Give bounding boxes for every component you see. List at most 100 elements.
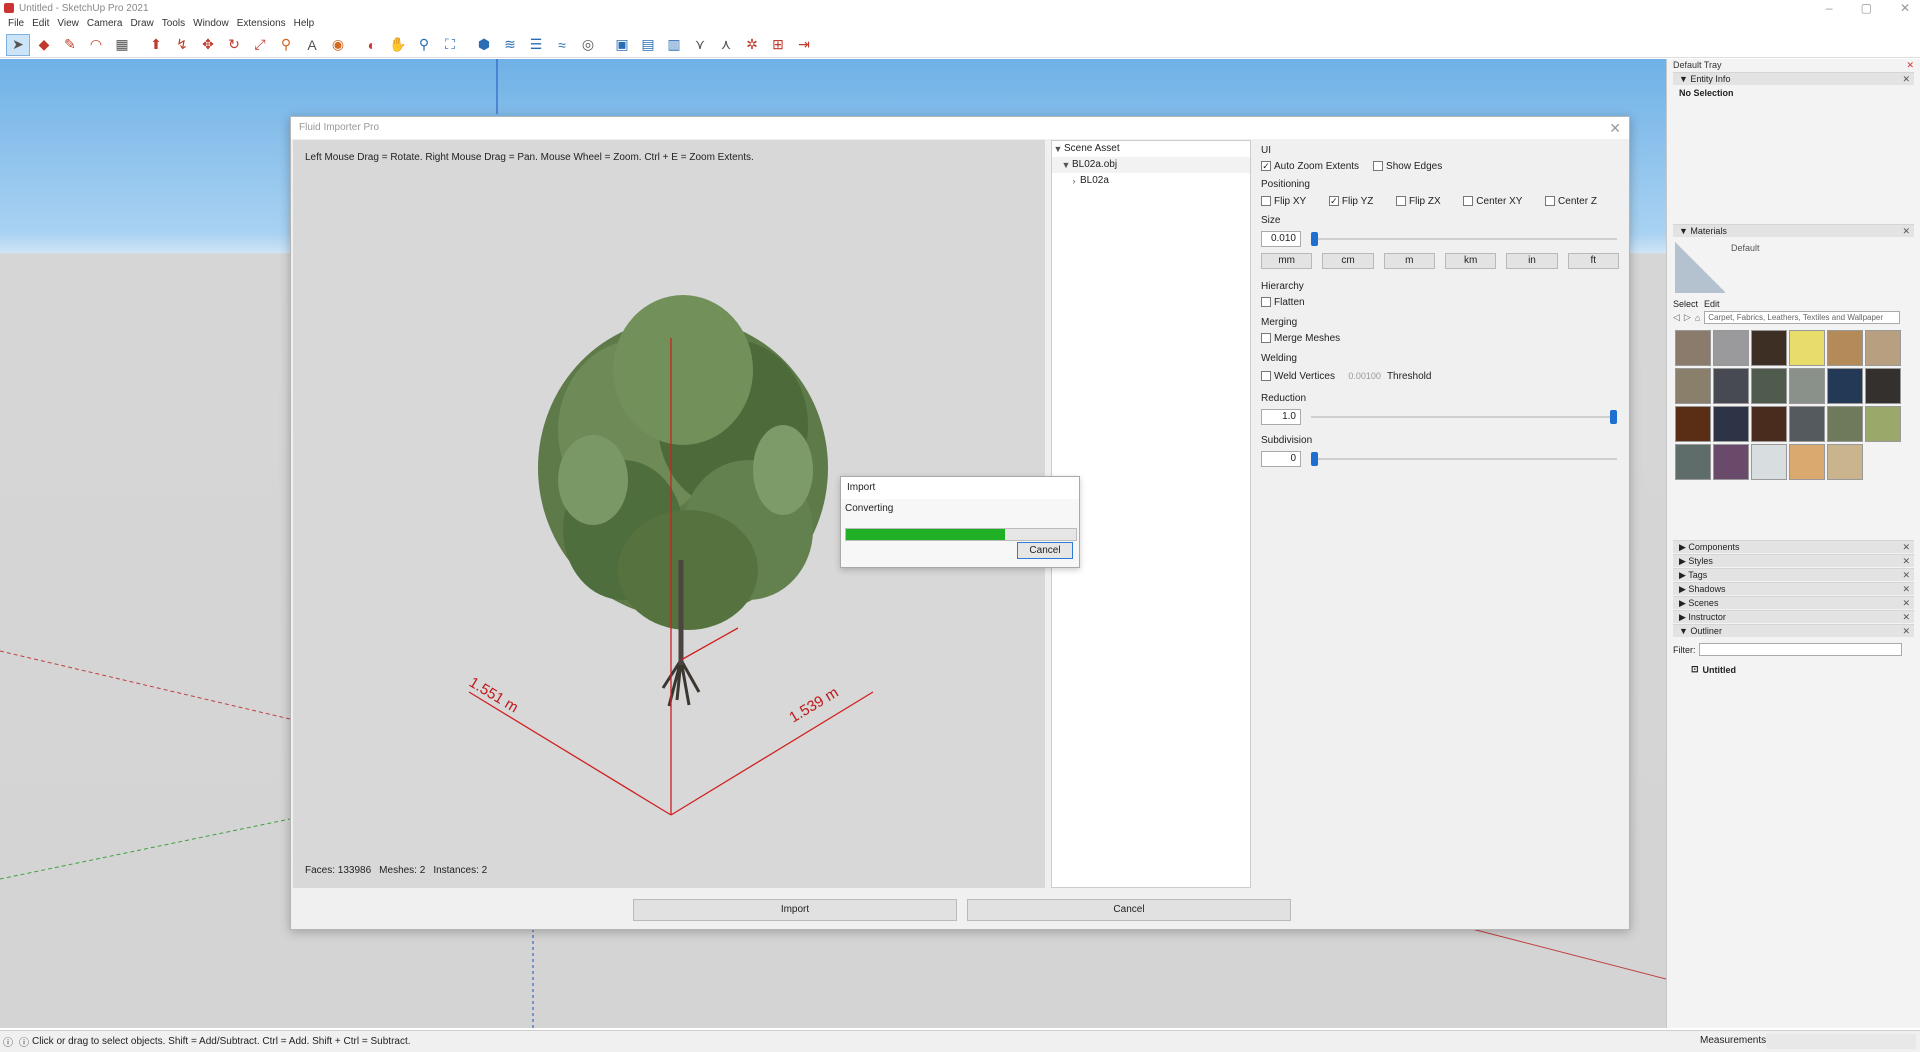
styles-icon[interactable]: ▤: [636, 34, 660, 56]
panel-shadows[interactable]: ▶ Shadows ✕: [1673, 582, 1914, 595]
close-icon[interactable]: ✕: [1902, 225, 1910, 238]
scenes-icon[interactable]: ▥: [662, 34, 686, 56]
material-collection-select[interactable]: Carpet, Fabrics, Leathers, Textiles and …: [1704, 311, 1900, 324]
tray-close-icon[interactable]: ✕: [1906, 59, 1914, 72]
flip-yz-checkbox[interactable]: ✓ Flip YZ: [1328, 196, 1373, 207]
merge-meshes-checkbox[interactable]: Merge Meshes: [1261, 333, 1340, 344]
components-icon[interactable]: ▣: [610, 34, 634, 56]
material-swatch-current[interactable]: [1675, 241, 1725, 293]
material-swatch[interactable]: [1827, 444, 1863, 480]
sandbox-icon[interactable]: ≈: [550, 34, 574, 56]
push-pull-icon[interactable]: ⬆: [144, 34, 168, 56]
menu-tools[interactable]: Tools: [158, 17, 189, 31]
menu-view[interactable]: View: [53, 17, 83, 31]
chevron-right-icon[interactable]: ›: [1068, 173, 1080, 189]
flip-yz-icon[interactable]: ⋎: [688, 34, 712, 56]
orbit-tool-icon[interactable]: ◐: [360, 34, 384, 56]
material-swatch[interactable]: [1713, 406, 1749, 442]
layers-icon[interactable]: ☰: [524, 34, 548, 56]
import-button[interactable]: Import: [633, 899, 957, 921]
flatten-checkbox[interactable]: Flatten: [1261, 297, 1305, 308]
material-swatch[interactable]: [1865, 368, 1901, 404]
menu-window[interactable]: Window: [189, 17, 233, 31]
material-swatch[interactable]: [1789, 444, 1825, 480]
instructor-icon[interactable]: ⓘ: [16, 1034, 32, 1049]
pan-tool-icon[interactable]: ✋: [386, 34, 410, 56]
menu-extensions[interactable]: Extensions: [233, 17, 290, 31]
material-swatch[interactable]: [1865, 406, 1901, 442]
unit-m-button[interactable]: m: [1383, 253, 1435, 269]
chevron-down-icon[interactable]: ▼: [1060, 157, 1072, 173]
reduction-input[interactable]: 1.0: [1261, 409, 1301, 425]
menu-edit[interactable]: Edit: [28, 17, 53, 31]
panel-components[interactable]: ▶ Components ✕: [1673, 540, 1914, 553]
tree-item-mesh[interactable]: › BL02a: [1052, 173, 1250, 189]
material-swatch[interactable]: [1713, 444, 1749, 480]
plugin-icon[interactable]: ⋏: [714, 34, 738, 56]
panel-styles[interactable]: ▶ Styles ✕: [1673, 554, 1914, 567]
center-z-checkbox[interactable]: Center Z: [1545, 196, 1597, 207]
back-arrow-icon[interactable]: ◁: [1673, 312, 1680, 323]
material-swatch[interactable]: [1789, 406, 1825, 442]
account-icon[interactable]: ◎: [576, 34, 600, 56]
tab-select[interactable]: Select: [1673, 299, 1698, 309]
scale-tool-icon[interactable]: ⤢: [248, 34, 272, 56]
close-icon[interactable]: ✕: [1902, 73, 1910, 86]
panel-scenes[interactable]: ▶ Scenes ✕: [1673, 596, 1914, 609]
material-swatch[interactable]: [1675, 406, 1711, 442]
tape-measure-icon[interactable]: ⚲: [274, 34, 298, 56]
follow-me-icon[interactable]: ↯: [170, 34, 194, 56]
threshold-input[interactable]: 0.00100: [1341, 368, 1381, 384]
forward-arrow-icon[interactable]: ▷: [1684, 312, 1691, 323]
unit-cm-button[interactable]: cm: [1322, 253, 1374, 269]
material-swatch[interactable]: [1675, 330, 1711, 366]
filter-input[interactable]: [1698, 643, 1902, 656]
menu-file[interactable]: File: [4, 17, 28, 31]
eraser-tool-icon[interactable]: ◆: [32, 34, 56, 56]
panel-materials[interactable]: ▼ Materials ✕: [1673, 224, 1914, 237]
subdivision-slider[interactable]: [1311, 451, 1617, 467]
material-swatch[interactable]: [1751, 406, 1787, 442]
material-swatch[interactable]: [1827, 406, 1863, 442]
measurements-input[interactable]: [1766, 1034, 1916, 1049]
tree-item-obj-file[interactable]: ▼ BL02a.obj: [1052, 157, 1250, 173]
show-edges-checkbox[interactable]: Show Edges: [1373, 161, 1442, 172]
subdivision-input[interactable]: 0: [1261, 451, 1301, 467]
move-tool-icon[interactable]: ✥: [196, 34, 220, 56]
menu-camera[interactable]: Camera: [83, 17, 127, 31]
flip-xy-checkbox[interactable]: Flip XY: [1261, 196, 1306, 207]
unit-ft-button[interactable]: ft: [1567, 253, 1619, 269]
material-swatch[interactable]: [1827, 368, 1863, 404]
info-icon[interactable]: ⓘ: [0, 1034, 16, 1049]
material-swatch[interactable]: [1751, 368, 1787, 404]
unit-mm-button[interactable]: mm: [1261, 253, 1313, 269]
outliner-item-model[interactable]: ⊡ Untitled: [1691, 664, 1920, 675]
maximize-icon[interactable]: ▢: [1861, 0, 1872, 16]
material-swatch[interactable]: [1789, 368, 1825, 404]
material-swatch[interactable]: [1865, 330, 1901, 366]
weld-vertices-checkbox[interactable]: Weld Vertices: [1261, 371, 1335, 382]
exit-icon[interactable]: ⇥: [792, 34, 816, 56]
arc-tool-icon[interactable]: ◠: [84, 34, 108, 56]
material-swatch[interactable]: [1789, 330, 1825, 366]
material-swatch[interactable]: [1713, 368, 1749, 404]
material-swatch[interactable]: [1675, 444, 1711, 480]
progress-cancel-button[interactable]: Cancel: [1017, 542, 1073, 559]
tree-item-scene-asset[interactable]: ▼ Scene Asset: [1052, 141, 1250, 157]
material-swatch[interactable]: [1713, 330, 1749, 366]
grid-icon[interactable]: ⊞: [766, 34, 790, 56]
paint-bucket-icon[interactable]: ◉: [326, 34, 350, 56]
auto-zoom-checkbox[interactable]: ✓ Auto Zoom Extents: [1261, 161, 1359, 172]
settings-gear-icon[interactable]: ✲: [740, 34, 764, 56]
material-swatch[interactable]: [1751, 330, 1787, 366]
reduction-slider[interactable]: [1311, 409, 1617, 425]
select-tool-icon[interactable]: ➤: [6, 33, 30, 56]
line-tool-icon[interactable]: ✎: [58, 34, 82, 56]
panel-entity-info[interactable]: ▼ Entity Info ✕: [1673, 72, 1914, 85]
panel-tags[interactable]: ▶ Tags ✕: [1673, 568, 1914, 581]
size-slider[interactable]: [1311, 231, 1617, 247]
tab-edit[interactable]: Edit: [1704, 299, 1720, 309]
shape-tool-icon[interactable]: ▦: [110, 34, 134, 56]
text-tool-icon[interactable]: A: [300, 34, 324, 56]
warehouse-icon[interactable]: ⬢: [472, 34, 496, 56]
